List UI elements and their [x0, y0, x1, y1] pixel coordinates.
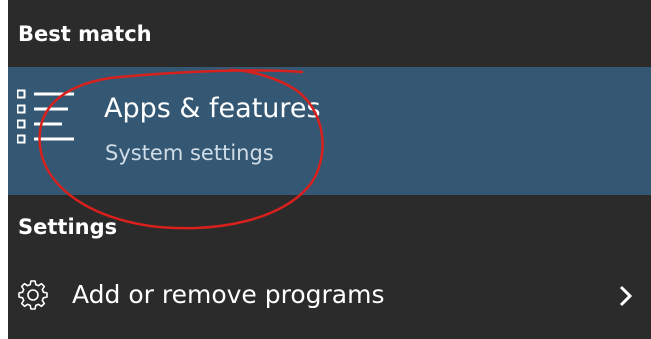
gear-icon	[18, 280, 48, 310]
result-title: Apps & features	[104, 93, 321, 124]
search-results-panel: Best match Apps & features System settin…	[8, 0, 651, 339]
apps-list-icon	[17, 89, 74, 144]
best-match-header: Best match	[18, 22, 152, 46]
settings-result-add-or-remove-programs[interactable]: Add or remove programs	[8, 258, 651, 334]
chevron-right-icon	[619, 285, 633, 307]
best-match-result-apps-and-features[interactable]: Apps & features System settings	[8, 67, 651, 195]
settings-result-label: Add or remove programs	[72, 280, 385, 309]
result-subtitle: System settings	[105, 141, 274, 165]
settings-header: Settings	[18, 215, 118, 239]
